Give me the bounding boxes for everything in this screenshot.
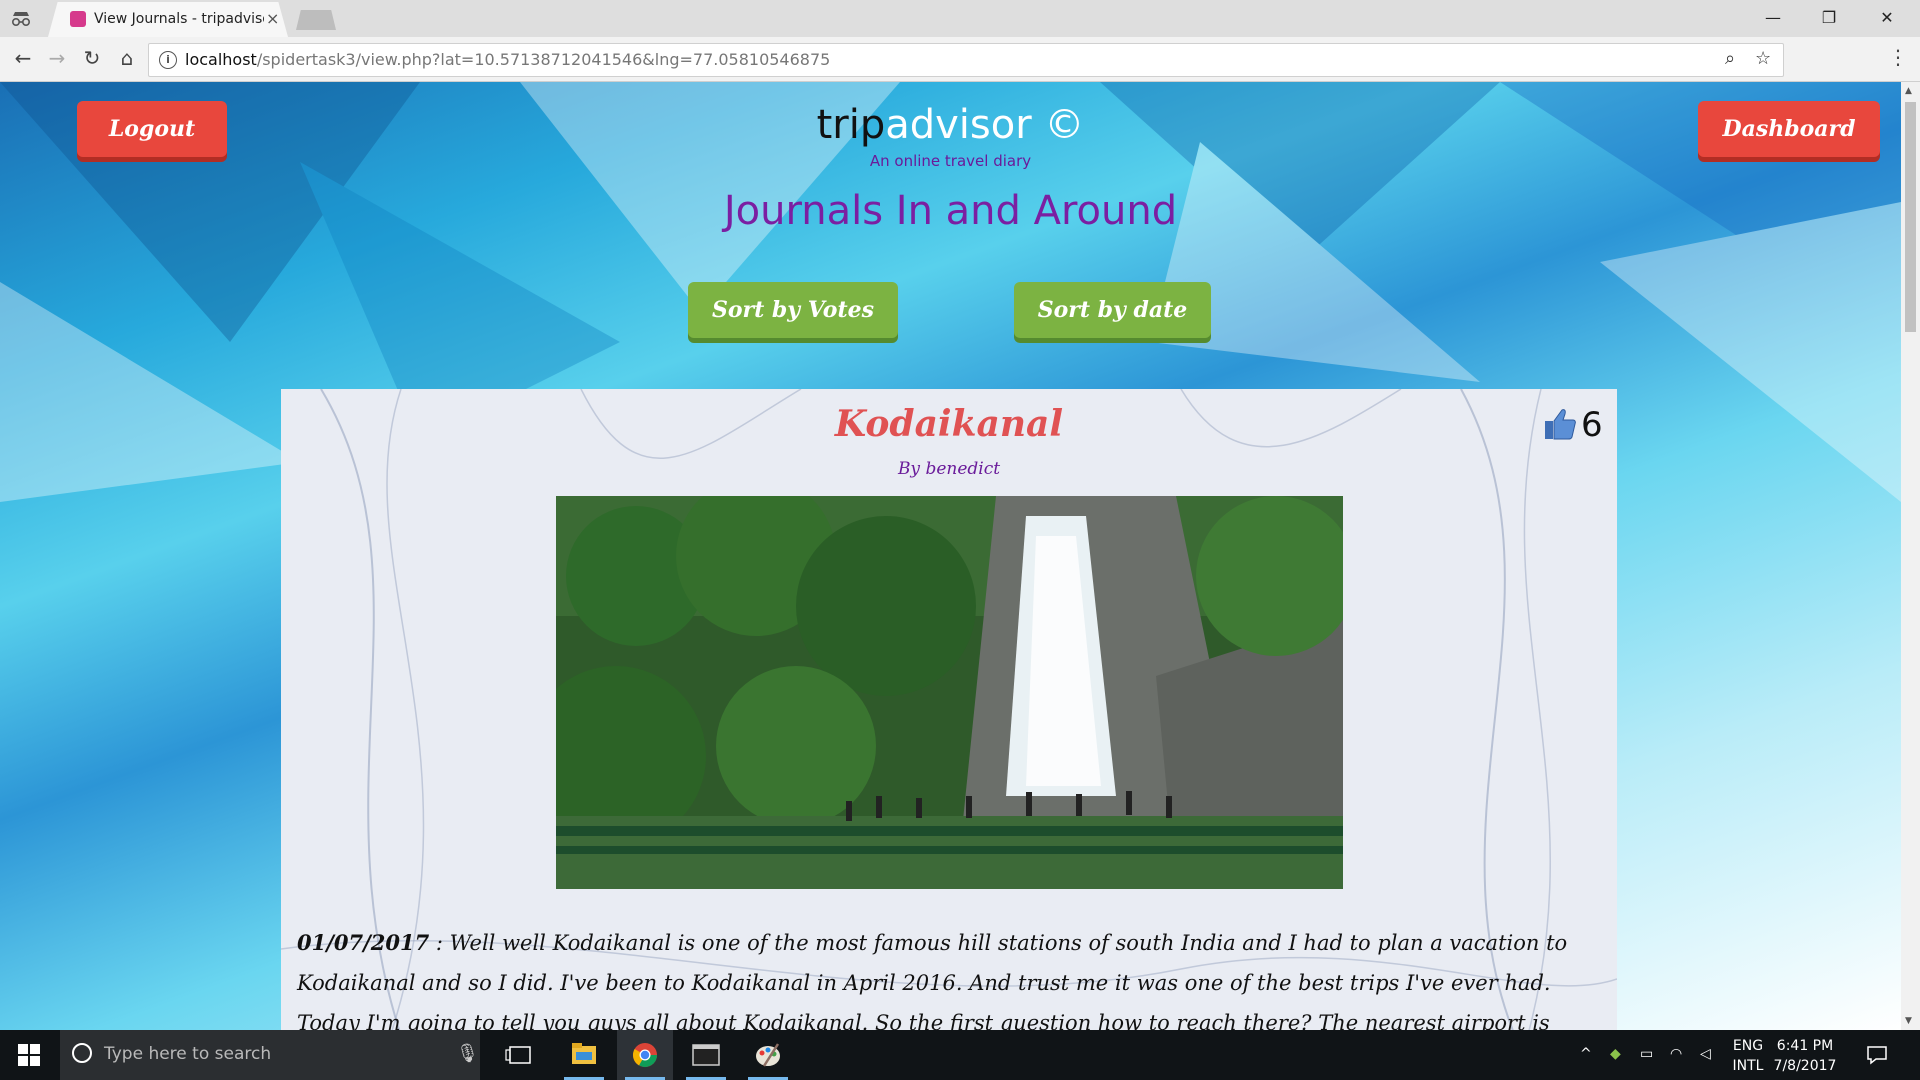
lang-layout: INTL xyxy=(1732,1058,1764,1074)
sort-by-votes-button[interactable]: Sort by Votes xyxy=(688,282,898,338)
journal-text: : Well well Kodaikanal is one of the mos… xyxy=(297,931,1568,1030)
input-language[interactable]: ENG INTL xyxy=(1730,1036,1766,1076)
wifi-icon[interactable]: ◠ xyxy=(1670,1046,1682,1062)
volume-icon[interactable]: ◁ xyxy=(1700,1046,1711,1062)
info-icon[interactable]: i xyxy=(159,51,177,69)
lang-code: ENG xyxy=(1732,1038,1764,1054)
journal-photo xyxy=(556,496,1343,889)
scroll-up-icon[interactable]: ▲ xyxy=(1905,86,1912,96)
page-title: Journals In and Around xyxy=(723,188,1178,234)
tab-close-icon[interactable]: × xyxy=(266,9,279,28)
brand-advisor: advisor © xyxy=(885,102,1085,148)
waterfall-image xyxy=(556,496,1343,889)
clock-time: 6:41 PM xyxy=(1776,1038,1834,1054)
scroll-down-icon[interactable]: ▼ xyxy=(1905,1016,1912,1026)
favicon-icon xyxy=(70,11,86,27)
page-viewport: Logout Dashboard tripadvisor © An online… xyxy=(0,82,1901,1030)
tagline: An online travel diary xyxy=(869,152,1032,170)
back-icon[interactable]: ← xyxy=(10,45,36,71)
journal-card: Kodaikanal By benedict 6 01/07/2017: We… xyxy=(281,389,1617,1030)
tab-title: View Journals - tripadvisor xyxy=(94,11,264,27)
tab-view-journals[interactable]: View Journals - tripadvisor × xyxy=(48,2,288,37)
brand-trip: trip xyxy=(816,102,886,148)
search-placeholder: Type here to search xyxy=(104,1044,272,1064)
vote-count: 6 xyxy=(1581,405,1603,445)
chrome-icon[interactable] xyxy=(617,1030,673,1080)
system-clock[interactable]: 6:41 PM 7/8/2017 xyxy=(1770,1036,1840,1076)
forward-icon[interactable]: → xyxy=(44,45,70,71)
journal-title[interactable]: Kodaikanal xyxy=(281,403,1617,445)
windows-icon[interactable] xyxy=(18,1044,40,1066)
cortana-icon xyxy=(72,1043,92,1063)
brand-logo: tripadvisor © xyxy=(0,102,1901,148)
show-hidden-icons[interactable]: ^ xyxy=(1580,1046,1592,1062)
home-icon[interactable]: ⌂ xyxy=(114,45,140,71)
tab-strip: View Journals - tripadvisor × — ❐ ✕ xyxy=(0,0,1920,37)
incognito-icon xyxy=(10,10,32,28)
menu-icon[interactable]: ⋮ xyxy=(1888,45,1908,69)
taskbar-search[interactable]: Type here to search 🎙 xyxy=(60,1030,480,1080)
terminal-icon[interactable] xyxy=(678,1030,734,1080)
minimize-button[interactable]: — xyxy=(1750,4,1796,32)
dropbox-icon[interactable]: ◆ xyxy=(1610,1046,1621,1062)
url-text[interactable]: localhost/spidertask3/view.php?lat=10.57… xyxy=(185,50,830,69)
reload-icon[interactable]: ↻ xyxy=(79,45,105,71)
sort-by-date-button[interactable]: Sort by date xyxy=(1014,282,1211,338)
restore-button[interactable]: ❐ xyxy=(1806,4,1852,32)
clock-date: 7/8/2017 xyxy=(1773,1058,1837,1074)
journal-author: By benedict xyxy=(897,459,1001,479)
battery-icon[interactable]: ▭ xyxy=(1640,1046,1653,1062)
address-bar[interactable]: i localhost/spidertask3/view.php?lat=10.… xyxy=(148,43,1784,77)
notification-icon[interactable] xyxy=(1866,1044,1888,1066)
page-scrollbar[interactable]: ▲ ▼ xyxy=(1901,82,1920,1030)
journal-story: 01/07/2017 : Well well Kodaikanal is one… xyxy=(297,923,1597,1030)
close-window-button[interactable]: ✕ xyxy=(1864,4,1910,32)
file-explorer-icon[interactable] xyxy=(556,1030,612,1080)
url-path: /spidertask3/view.php?lat=10.57138712041… xyxy=(256,50,831,69)
paint-icon[interactable] xyxy=(740,1030,796,1080)
task-view-icon[interactable] xyxy=(492,1030,548,1080)
taskbar: Type here to search 🎙 ^ ◆ ▭ ◠ ◁ ENG INTL … xyxy=(0,1030,1920,1080)
new-tab-button[interactable] xyxy=(296,10,336,30)
scrollbar-thumb[interactable] xyxy=(1905,102,1916,332)
browser-toolbar: ← → ↻ ⌂ i localhost/spidertask3/view.php… xyxy=(0,37,1920,82)
zoom-icon[interactable]: ⌕ xyxy=(1725,48,1735,69)
star-icon[interactable]: ☆ xyxy=(1755,48,1771,69)
thumbs-up-icon[interactable] xyxy=(1543,407,1577,441)
url-host: localhost xyxy=(185,50,257,69)
journal-date: 01/07/2017 xyxy=(297,930,430,955)
mic-icon[interactable]: 🎙 xyxy=(456,1043,479,1064)
